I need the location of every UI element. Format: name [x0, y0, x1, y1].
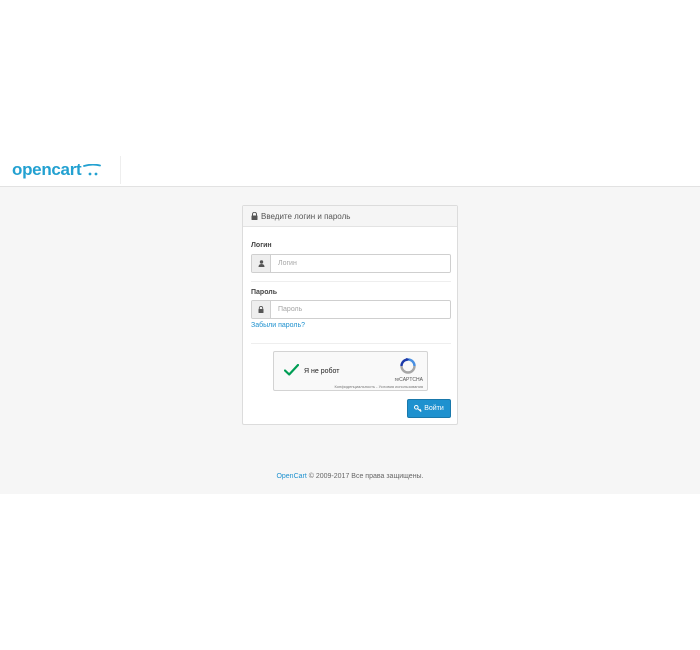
- divider: [251, 343, 451, 344]
- panel-heading: Введите логин и пароль: [243, 206, 457, 227]
- app-container: opencart Введите логин и пароль Логин Ло…: [0, 150, 700, 494]
- lock-icon: [251, 212, 258, 220]
- divider: [251, 281, 451, 282]
- username-input[interactable]: [271, 255, 450, 272]
- login-panel: Введите логин и пароль Логин Пароль: [242, 205, 458, 425]
- user-icon: [252, 255, 271, 272]
- login-button-label: Войти: [424, 405, 444, 412]
- cart-icon: [83, 164, 102, 176]
- recaptcha-links[interactable]: Конфиденциальность - Условия использован…: [334, 384, 423, 389]
- header: opencart: [0, 150, 700, 187]
- captcha-label: Я не робот: [304, 368, 340, 375]
- panel-title: Введите логин и пароль: [261, 211, 351, 221]
- recaptcha-widget: Я не робот reCAPTCHA Конфиденциальность …: [273, 351, 428, 391]
- key-icon: [414, 405, 422, 412]
- footer: OpenCart © 2009-2017 Все права защищены.: [0, 473, 700, 480]
- recaptcha-logo-icon: [400, 358, 416, 374]
- checkmark-icon[interactable]: [284, 364, 299, 376]
- username-label: Логин: [251, 242, 272, 249]
- recaptcha-brand: reCAPTCHA: [394, 377, 423, 383]
- logo-text: opencart: [12, 160, 82, 179]
- forgot-password-link[interactable]: Забыли пароль?: [251, 322, 305, 329]
- password-input-group: [251, 300, 451, 319]
- password-input[interactable]: [271, 301, 450, 318]
- login-button[interactable]: Войти: [407, 399, 451, 418]
- password-lock-icon: [252, 301, 271, 318]
- footer-opencart-link[interactable]: OpenCart: [276, 473, 306, 480]
- opencart-logo[interactable]: opencart: [12, 160, 102, 180]
- password-label: Пароль: [251, 289, 278, 296]
- username-input-group: [251, 254, 451, 273]
- footer-copyright: © 2009-2017 Все права защищены.: [306, 473, 424, 480]
- header-divider: [120, 156, 121, 184]
